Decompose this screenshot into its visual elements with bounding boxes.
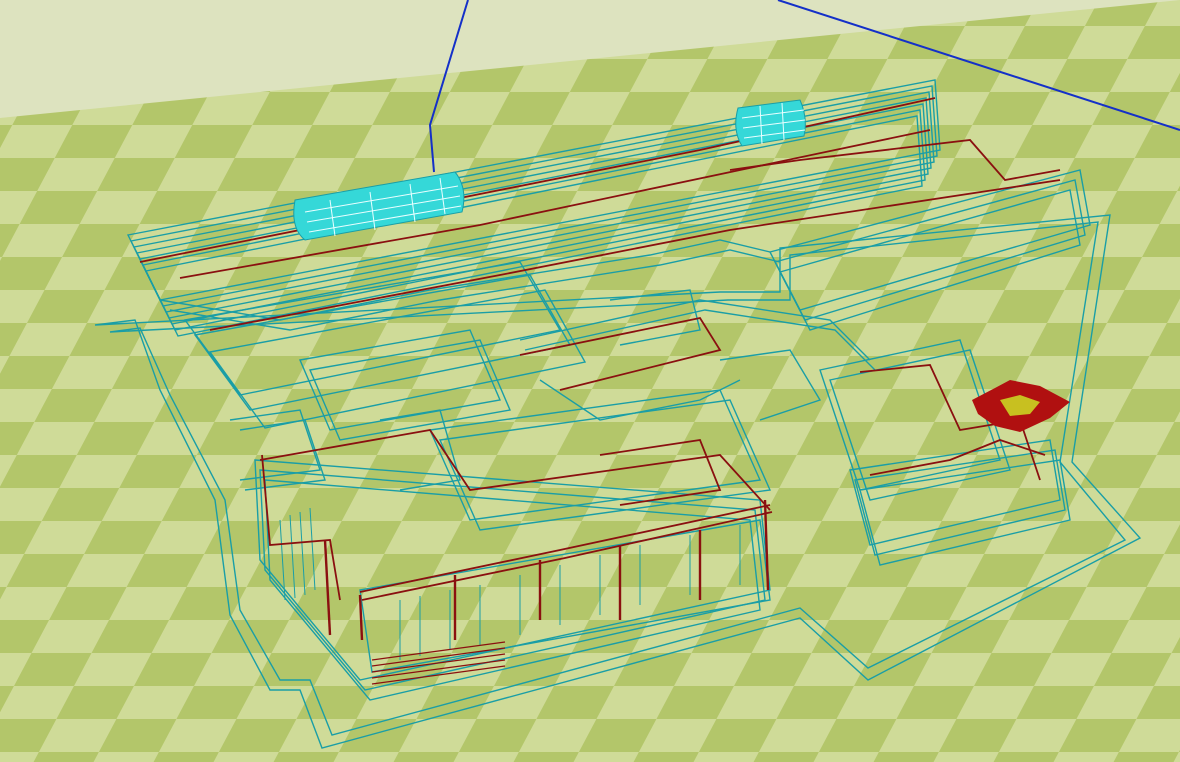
scene-canvas[interactable] [0,0,1180,762]
cad-viewport[interactable] [0,0,1180,762]
ground-plane[interactable] [0,0,1180,762]
